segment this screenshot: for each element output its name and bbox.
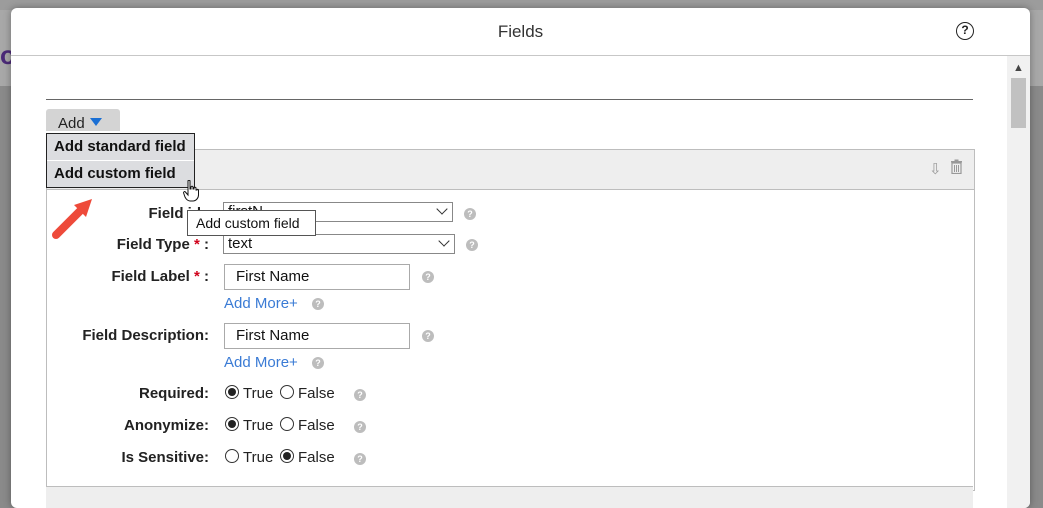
dialog-header: Fields ? xyxy=(11,8,1030,56)
field-label-add-more-link[interactable]: Add More+ xyxy=(224,295,298,312)
tooltip: Add custom field xyxy=(187,210,316,236)
dialog-content: Add ⇩ Field id firstN xyxy=(11,56,1007,508)
info-icon[interactable]: ? xyxy=(354,421,366,433)
chevron-down-icon xyxy=(438,235,450,247)
anonymize-label: Anonymize: xyxy=(123,417,209,434)
info-icon[interactable]: ? xyxy=(354,453,366,465)
anonymize-true-radio[interactable] xyxy=(225,417,239,431)
vertical-scrollbar[interactable]: ▲ xyxy=(1007,56,1030,508)
chevron-down-icon xyxy=(436,203,448,215)
is-sensitive-false-label: False xyxy=(298,449,335,466)
add-dropdown-button[interactable]: Add xyxy=(46,109,120,132)
scroll-thumb[interactable] xyxy=(1011,78,1026,128)
field-description-add-more-link[interactable]: Add More+ xyxy=(224,354,298,371)
fields-dialog: Fields ? ▲ Add ⇩ Field id ? Field Type *… xyxy=(11,8,1030,508)
info-icon[interactable]: ? xyxy=(312,357,324,369)
field-description-input[interactable]: First Name xyxy=(224,323,410,349)
required-false-radio[interactable] xyxy=(280,385,294,399)
scroll-up-icon[interactable]: ▲ xyxy=(1013,62,1024,74)
info-icon[interactable]: ? xyxy=(466,239,478,251)
add-standard-field-item[interactable]: Add standard field xyxy=(47,134,194,160)
info-icon[interactable]: ? xyxy=(464,208,476,220)
info-icon[interactable]: ? xyxy=(422,330,434,342)
question-circle-icon[interactable]: ? xyxy=(956,22,974,40)
field-type-select[interactable]: text xyxy=(223,234,455,254)
anonymize-false-label: False xyxy=(298,417,335,434)
anonymize-false-radio[interactable] xyxy=(280,417,294,431)
info-icon[interactable]: ? xyxy=(312,298,324,310)
info-icon[interactable]: ? xyxy=(354,389,366,401)
next-field-panel-header[interactable] xyxy=(46,486,973,508)
add-field-menu: Add standard field Add custom field xyxy=(46,133,195,188)
field-label-label: Field Label * : xyxy=(111,268,209,285)
field-label-input[interactable]: First Name xyxy=(224,264,410,290)
required-true-radio[interactable] xyxy=(225,385,239,399)
required-true-label: True xyxy=(243,385,274,402)
divider xyxy=(46,99,973,100)
hand-cursor-icon xyxy=(183,180,199,202)
is-sensitive-false-radio[interactable] xyxy=(280,449,294,463)
move-down-icon[interactable]: ⇩ xyxy=(929,160,942,178)
add-custom-field-item[interactable]: Add custom field xyxy=(47,161,194,187)
is-sensitive-label: Is Sensitive: xyxy=(121,449,209,466)
is-sensitive-true-radio[interactable] xyxy=(225,449,239,463)
annotation-arrow-icon xyxy=(52,199,92,239)
anonymize-true-label: True xyxy=(243,417,274,434)
add-button-label: Add xyxy=(58,115,85,132)
required-label: Required: xyxy=(138,385,209,402)
caret-down-icon xyxy=(90,118,102,126)
required-false-label: False xyxy=(298,385,335,402)
field-description-label: Field Description: xyxy=(82,327,209,344)
trash-icon[interactable] xyxy=(950,159,963,174)
is-sensitive-true-label: True xyxy=(243,449,274,466)
dialog-title: Fields xyxy=(497,22,544,41)
info-icon[interactable]: ? xyxy=(422,271,434,283)
